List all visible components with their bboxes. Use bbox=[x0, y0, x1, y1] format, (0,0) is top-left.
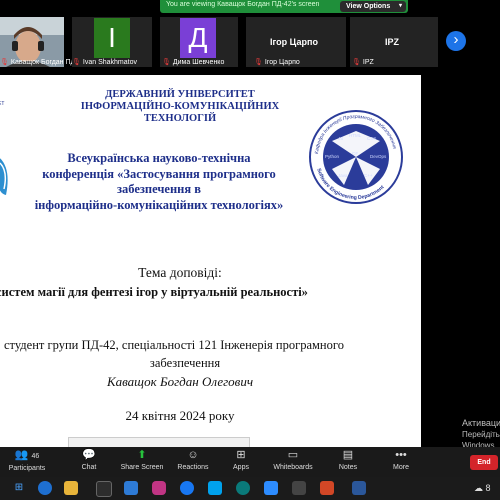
mail-icon[interactable] bbox=[124, 481, 138, 495]
logo-word: JS bbox=[338, 136, 343, 141]
logo-word: Python bbox=[325, 154, 340, 159]
participant-name-2: 🎙 Дима Шевченко bbox=[162, 59, 225, 66]
edge-browser-icon[interactable] bbox=[38, 481, 52, 495]
topic-label: Тема доповіді: bbox=[138, 265, 222, 280]
weather-icon[interactable]: ☁ 8 bbox=[474, 483, 491, 494]
muted-mic-icon: 🎙 bbox=[352, 59, 361, 66]
notes-icon: ▤ bbox=[342, 449, 354, 461]
facebook-icon[interactable] bbox=[180, 481, 194, 495]
muted-mic-icon: 🎙 bbox=[254, 59, 263, 66]
chevron-right-icon: › bbox=[453, 31, 459, 48]
reactions-label: Reactions bbox=[177, 464, 209, 471]
notes-button[interactable]: ▤ Notes bbox=[321, 449, 375, 471]
conference-line-1: Всеукраїнська науково-технічна bbox=[67, 151, 251, 165]
participant-name-4: 🎙 IPZ bbox=[352, 59, 374, 66]
end-meeting-button[interactable]: End bbox=[470, 455, 498, 470]
shared-screen-slide: ЕТ ДЕРЖАВНИЙ УНІВЕРСИТЕТ ІНФОРМАЦІЙНО-КО… bbox=[0, 75, 421, 447]
university-line-3: ТЕХНОЛОГІЙ bbox=[143, 113, 217, 124]
avatar-1: I bbox=[90, 18, 134, 58]
watermark-line-1: Активация bbox=[462, 418, 500, 428]
notes-label: Notes bbox=[338, 464, 358, 471]
share-screen-label: Share Screen bbox=[120, 464, 164, 471]
muted-mic-icon: 🎙 bbox=[0, 59, 9, 66]
chat-label: Chat bbox=[81, 464, 97, 471]
logo-word: Java bbox=[338, 173, 348, 178]
chevron-down-icon: ▾ bbox=[398, 3, 402, 9]
conference-title: Всеукраїнська науково-технічна конференц… bbox=[0, 151, 318, 213]
reactions-icon: ☺ bbox=[187, 449, 199, 461]
windows-start-icon[interactable]: ⊞ bbox=[12, 481, 26, 495]
logo-word: C++ bbox=[364, 173, 373, 178]
department-logo: Кафедра Інженерії Програмного Забезпечен… bbox=[309, 110, 403, 204]
watermark-line-2: Перейдіть bbox=[462, 430, 500, 439]
participants-count: 46 bbox=[31, 453, 40, 460]
topic-text: систем магії для фентезі ігор у віртуаль… bbox=[0, 285, 308, 299]
participants-label: Participants bbox=[8, 465, 46, 472]
more-button[interactable]: ••• More bbox=[374, 449, 428, 471]
svg-text:ЕТ: ЕТ bbox=[0, 101, 4, 107]
app-icon[interactable] bbox=[292, 481, 306, 495]
app-icon[interactable] bbox=[236, 481, 250, 495]
participant-display-name-3: Ігор Царпо bbox=[270, 37, 318, 47]
conference-line-3: забезпечення в bbox=[116, 182, 201, 196]
whiteboards-label: Whiteboards bbox=[273, 464, 313, 471]
conference-line-2: конференція «Застосування програмного bbox=[42, 166, 276, 181]
instagram-icon[interactable] bbox=[152, 481, 166, 495]
apps-button[interactable]: ⊞ Apps bbox=[214, 449, 268, 471]
avatar-bg: I bbox=[94, 18, 130, 58]
avatar-2: Д bbox=[176, 18, 220, 58]
word-icon[interactable] bbox=[352, 481, 366, 495]
app-icon[interactable] bbox=[208, 481, 222, 495]
chat-icon: 💬 bbox=[82, 449, 96, 461]
conference-line-4: інформаційно-комунікаційних технологіях» bbox=[34, 197, 284, 212]
logo-word: CSS bbox=[367, 136, 376, 141]
muted-mic-icon: 🎙 bbox=[72, 59, 81, 66]
zoom-icon[interactable] bbox=[264, 481, 278, 495]
logo-word: DevOps bbox=[370, 154, 387, 159]
viewing-banner-text: You are viewing Каващок Богдан ПД-42's s… bbox=[166, 1, 320, 8]
powerpoint-icon[interactable] bbox=[320, 481, 334, 495]
avatar-bg: Д bbox=[180, 18, 216, 58]
author-line-2: забезпечення bbox=[149, 356, 221, 370]
chat-button[interactable]: 💬 Chat bbox=[62, 449, 116, 471]
whiteboard-icon: ▭ bbox=[287, 449, 299, 461]
logo-word: C# bbox=[352, 151, 358, 156]
participant-display-name-4: IPZ bbox=[385, 37, 400, 47]
participants-icon: 👥 46 bbox=[14, 449, 40, 461]
next-page-button[interactable]: › bbox=[446, 31, 466, 51]
view-options-label: View Options bbox=[346, 3, 391, 10]
university-title: ДЕРЖАВНИЙ УНІВЕРСИТЕТ ІНФОРМАЦІЙНО-КОМУН… bbox=[30, 89, 330, 125]
university-line-1: ДЕРЖАВНИЙ УНІВЕРСИТЕТ bbox=[105, 89, 255, 100]
share-screen-icon: ⬆ bbox=[137, 449, 147, 461]
participant-name-1: 🎙 Ivan Shakhmatov bbox=[72, 59, 137, 66]
more-label: More bbox=[393, 464, 409, 471]
author-name: Каващок Богдан Олегович bbox=[106, 374, 254, 389]
store-icon[interactable] bbox=[96, 481, 112, 497]
shared-screen-notification-bar[interactable] bbox=[68, 437, 250, 447]
file-explorer-icon[interactable] bbox=[64, 481, 78, 495]
participants-button[interactable]: 👥 46 Participants bbox=[0, 449, 54, 472]
participant-name-3: 🎙 Ігор Царпо bbox=[254, 59, 300, 66]
reactions-button[interactable]: ☺ Reactions bbox=[166, 449, 220, 471]
logo-word: HTML bbox=[349, 133, 362, 138]
share-screen-button[interactable]: ⬆ Share Screen bbox=[115, 449, 169, 471]
whiteboards-button[interactable]: ▭ Whiteboards bbox=[266, 449, 320, 471]
more-icon: ••• bbox=[395, 449, 407, 461]
apps-label: Apps bbox=[233, 464, 249, 471]
muted-mic-icon: 🎙 bbox=[162, 59, 171, 66]
university-line-2: ІНФОРМАЦІЙНО-КОМУНІКАЦІЙНИХ bbox=[80, 101, 280, 112]
presentation-date: 24 квітня 2024 року bbox=[125, 408, 235, 423]
apps-icon: ⊞ bbox=[236, 449, 246, 461]
author-line-1: студент групи ПД-42, спеціальності 121 І… bbox=[4, 338, 344, 352]
view-options-button[interactable]: View Options ▾ bbox=[340, 1, 406, 12]
